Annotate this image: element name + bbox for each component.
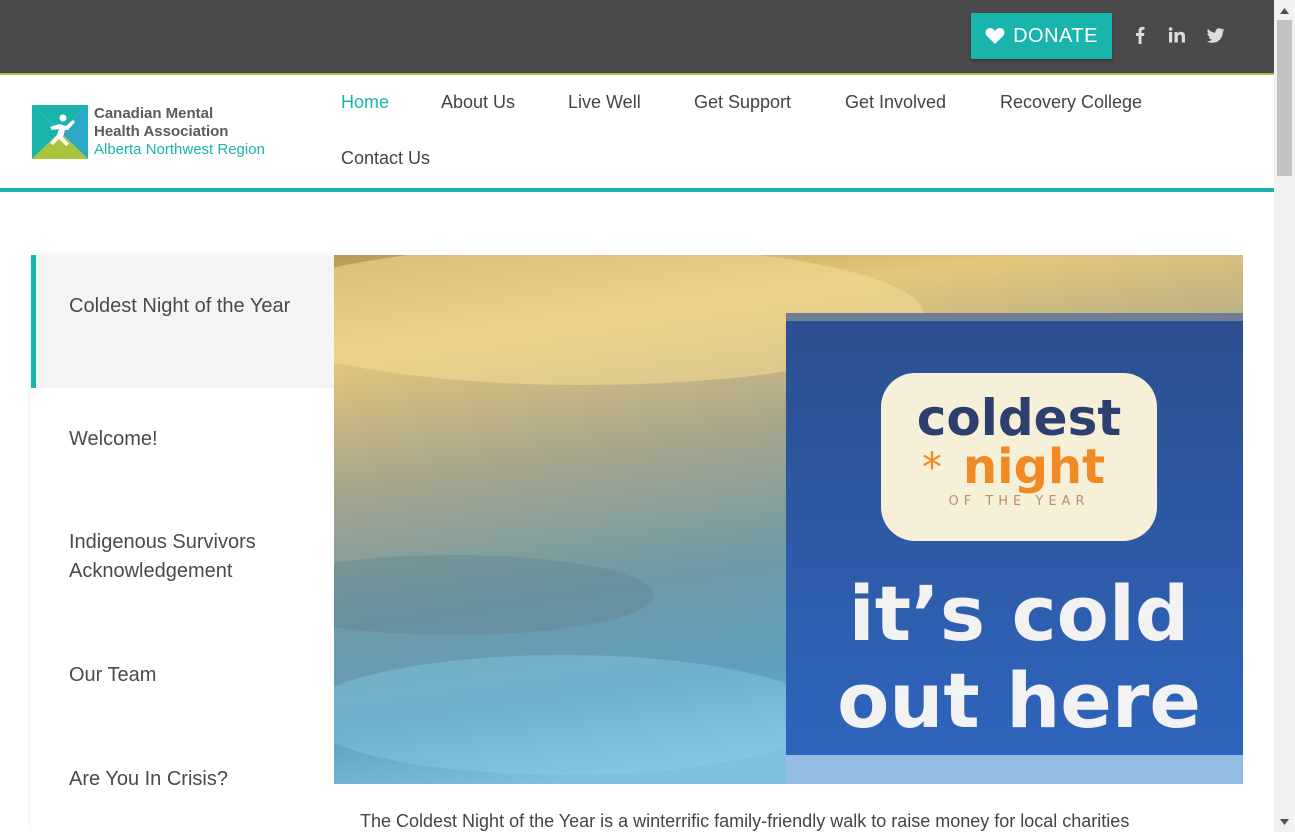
logo-line-3: Alberta Northwest Region: [94, 141, 265, 158]
hero-image: coldest night * OF THE YEAR it’s cold ou…: [334, 255, 1243, 784]
sidebar-item-indigenous-survivors[interactable]: Indigenous Survivors Acknowledgement: [31, 528, 334, 586]
nav-contact-us[interactable]: Contact Us: [341, 148, 430, 169]
sidebar-item-coldest-night[interactable]: Coldest Night of the Year: [31, 255, 334, 388]
site-logo[interactable]: Canadian Mental Health Association Alber…: [32, 104, 282, 160]
nav-live-well[interactable]: Live Well: [568, 92, 641, 113]
scrollbar-thumb[interactable]: [1277, 20, 1292, 176]
cmha-logo-icon: [32, 105, 88, 159]
sidebar: Coldest Night of the Year Welcome! Indig…: [31, 255, 334, 832]
donate-label: DONATE: [1013, 24, 1098, 47]
sign-of-the-year: OF THE YEAR: [949, 494, 1090, 509]
sidebar-item-label: Our Team: [69, 664, 157, 686]
heart-icon: [985, 28, 1005, 44]
donate-button[interactable]: DONATE: [971, 13, 1112, 59]
nav-recovery-college[interactable]: Recovery College: [1000, 92, 1142, 113]
sign-slogan-1: it’s cold: [849, 569, 1190, 658]
sign-snowflake-icon: *: [922, 445, 942, 491]
scroll-up-arrow-icon[interactable]: [1274, 2, 1295, 19]
nav-about-us[interactable]: About Us: [441, 92, 515, 113]
logo-line-1: Canadian Mental: [94, 105, 214, 122]
scroll-down-arrow-icon[interactable]: [1274, 813, 1295, 830]
nav-get-involved[interactable]: Get Involved: [845, 92, 946, 113]
header-divider: [0, 188, 1274, 192]
sidebar-item-are-you-in-crisis[interactable]: Are You In Crisis?: [31, 765, 334, 794]
intro-paragraph: The Coldest Night of the Year is a winte…: [360, 811, 1130, 831]
nav-home[interactable]: Home: [341, 92, 389, 113]
sign-slogan-2: out here: [837, 656, 1201, 745]
linkedin-icon[interactable]: [1166, 24, 1188, 46]
sidebar-item-label: Are You In Crisis?: [69, 768, 228, 790]
sidebar-item-welcome[interactable]: Welcome!: [31, 425, 334, 454]
sidebar-item-label: Coldest Night of the Year: [69, 295, 291, 317]
sidebar-item-label: Indigenous Survivors Acknowledgement: [69, 531, 256, 582]
sidebar-item-our-team[interactable]: Our Team: [31, 661, 334, 690]
logo-line-2: Health Association: [94, 123, 229, 140]
sign-word-night: night: [963, 439, 1105, 495]
sidebar-item-label: Welcome!: [69, 428, 158, 450]
facebook-icon[interactable]: [1129, 24, 1151, 46]
twitter-icon[interactable]: [1205, 24, 1227, 46]
nav-get-support[interactable]: Get Support: [694, 92, 791, 113]
